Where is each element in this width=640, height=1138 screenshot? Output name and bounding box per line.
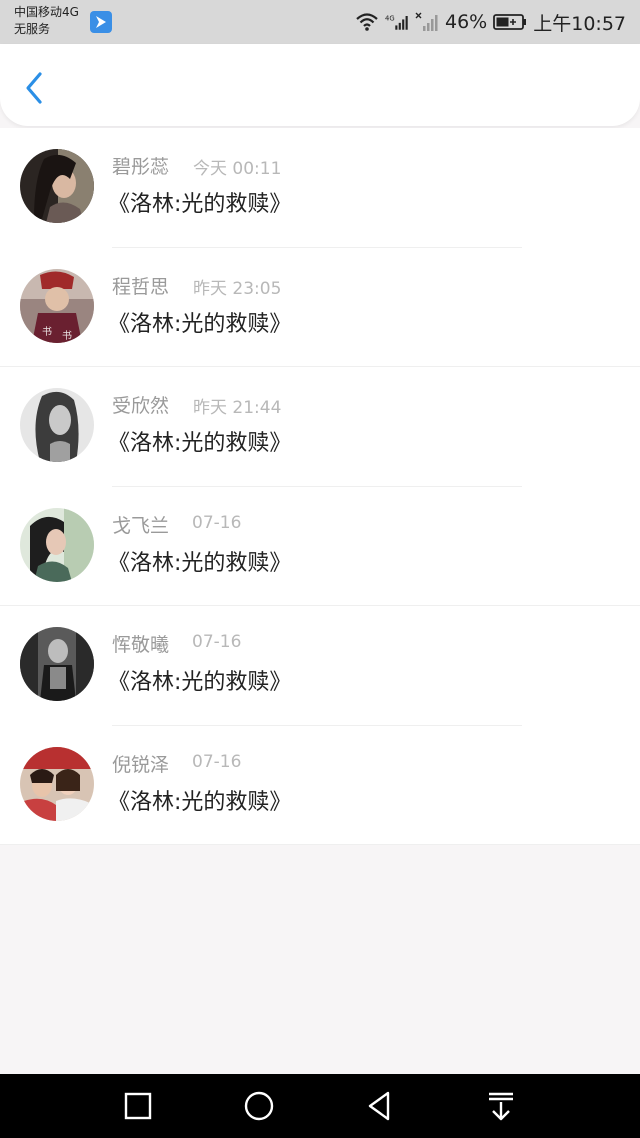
comment-time: 今天 00:11 <box>193 159 282 179</box>
header-bar <box>0 44 640 126</box>
comment-title[interactable]: 《洛林:光的救赎》 <box>108 545 291 577</box>
svg-text:书: 书 <box>62 330 72 342</box>
commenter-name[interactable]: 程哲思 <box>112 272 169 299</box>
service-status: 无服务 <box>14 22 51 36</box>
circle-icon[interactable] <box>241 1088 277 1124</box>
comment-time: 07-16 <box>192 512 242 533</box>
triangle-back-icon[interactable] <box>362 1088 398 1124</box>
svg-text:4G: 4G <box>385 14 395 22</box>
commenter-name[interactable]: 戈飞兰 <box>112 511 169 538</box>
comment-title[interactable]: 《洛林:光的救赎》 <box>108 784 291 816</box>
avatar[interactable] <box>20 627 94 701</box>
system-navigation-bar <box>0 1074 640 1138</box>
avatar[interactable] <box>20 388 94 462</box>
list-item[interactable]: 受欣然 昨天 21:44 《洛林:光的救赎》 <box>0 367 640 487</box>
avatar[interactable] <box>20 149 94 223</box>
commenter-name[interactable]: 碧彤蕊 <box>112 152 169 179</box>
comment-title[interactable]: 《洛林:光的救赎》 <box>108 306 291 338</box>
commenter-name[interactable]: 恽敬曦 <box>112 630 169 657</box>
notification-down-icon[interactable] <box>483 1088 519 1124</box>
status-bar: 中国移动4G 无服务 4G 46% 上午10:57 <box>0 0 640 44</box>
wifi-icon <box>356 13 378 31</box>
comment-time: 07-16 <box>192 751 242 772</box>
avatar[interactable] <box>20 507 94 582</box>
comment-time: 07-16 <box>192 632 242 652</box>
battery-charging-icon <box>493 14 527 30</box>
app-notification-icon <box>90 11 112 33</box>
chevron-left-icon[interactable] <box>18 68 52 108</box>
signal-empty-icon <box>415 12 438 31</box>
square-icon[interactable] <box>120 1088 156 1124</box>
list-item[interactable]: 碧彤蕊 今天 00:11 《洛林:光的救赎》 <box>0 128 640 248</box>
carrier-name: 中国移动4G <box>14 5 79 19</box>
avatar[interactable] <box>20 746 94 821</box>
list-item[interactable]: 倪锐泽 07-16 《洛林:光的救赎》 <box>0 725 640 845</box>
signal-4g-icon: 4G <box>385 14 408 30</box>
list-item[interactable]: 书 书 程哲思 昨天 23:05 《洛林:光的救赎》 <box>0 247 640 367</box>
list-item[interactable]: 戈飞兰 07-16 《洛林:光的救赎》 <box>0 486 640 606</box>
list-item[interactable]: 恽敬曦 07-16 《洛林:光的救赎》 <box>0 606 640 726</box>
comment-title[interactable]: 《洛林:光的救赎》 <box>108 664 291 696</box>
comment-time: 昨天 23:05 <box>193 278 282 299</box>
commenter-name[interactable]: 受欣然 <box>112 391 169 418</box>
commenter-name[interactable]: 倪锐泽 <box>112 750 169 777</box>
svg-text:书: 书 <box>42 326 52 338</box>
comment-title[interactable]: 《洛林:光的救赎》 <box>108 186 291 218</box>
clock: 上午10:57 <box>533 12 626 35</box>
avatar[interactable]: 书 书 <box>20 268 94 343</box>
comment-title[interactable]: 《洛林:光的救赎》 <box>108 425 291 457</box>
carrier-info: 中国移动4G 无服务 <box>14 4 79 38</box>
comment-time: 昨天 21:44 <box>193 398 282 418</box>
status-icons: 4G 46% 上午10:57 <box>355 8 626 36</box>
battery-percent: 46% <box>445 11 488 33</box>
comment-list: 碧彤蕊 今天 00:11 《洛林:光的救赎》 书 书 程哲思 昨天 23:05 … <box>0 128 640 845</box>
